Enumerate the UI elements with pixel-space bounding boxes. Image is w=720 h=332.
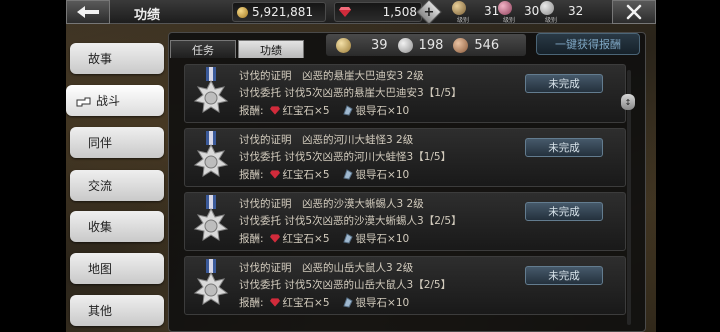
sidebar-item-companions[interactable]: 同伴 [70, 127, 164, 158]
list-item: 讨伐的证明 凶恶的沙漠大蜥蜴人3 2级 讨伐委托 讨伐5次凶恶的沙漠大蜥蜴人3【… [184, 192, 626, 251]
bronze-medal-count: 546 [474, 37, 500, 53]
plus-icon: + [423, 4, 435, 20]
silver-stone-icon [342, 105, 353, 116]
character-portrait-icon [540, 1, 554, 15]
tab-merits[interactable]: 功绩 [238, 40, 304, 58]
level-badge-2: 级别 30 [498, 1, 540, 24]
sidebar-item-story[interactable]: 故事 [70, 43, 164, 74]
bronze-medal-icon [453, 37, 469, 53]
silver-medal-icon [193, 131, 229, 177]
reward-label: 报酬: [239, 105, 264, 117]
sidebar-item-label: 地图 [88, 262, 113, 276]
page-title: 功绩 [134, 8, 161, 23]
sidebar-item-map[interactable]: 地图 [70, 253, 164, 284]
ruby-icon [339, 7, 351, 17]
reward-ruby: 红宝石×5 [282, 169, 330, 181]
close-button[interactable] [612, 0, 656, 24]
list-item: 讨伐的证明 凶恶的山岳大鼠人3 2级 讨伐委托 讨伐5次凶恶的山岳大鼠人3【2/… [184, 256, 626, 315]
merit-description: 讨伐委托 讨伐5次凶恶的山岳大鼠人3【2/5】 [239, 279, 452, 291]
reward-ruby: 红宝石×5 [282, 297, 330, 309]
left-letterbox [0, 0, 66, 332]
ruby-icon [269, 234, 280, 243]
merit-title: 讨伐的证明 凶恶的河川大蛙怪3 2级 [239, 134, 414, 146]
merit-rewards: 报酬: 红宝石×5 银导石×10 [239, 167, 409, 182]
claim-all-rewards-button[interactable]: 一键获得报酬 [536, 33, 640, 55]
back-button[interactable] [66, 0, 110, 24]
merit-rewards: 报酬: 红宝石×5 银导石×10 [239, 103, 409, 118]
level-badge-1: 级别 31 [452, 1, 500, 24]
level-caption: 级别 [544, 17, 557, 24]
gold-counter: 5,921,881 [232, 2, 326, 22]
status-button[interactable]: 未完成 [525, 138, 603, 157]
back-arrow-icon [77, 6, 99, 18]
sidebar-item-other[interactable]: 其他 [70, 295, 164, 326]
silver-stone-icon [342, 297, 353, 308]
tab-label: 任务 [192, 43, 214, 57]
tab-label: 功绩 [260, 43, 282, 57]
ruby-icon [269, 298, 280, 307]
level-value: 31 [484, 4, 500, 18]
reward-ruby: 红宝石×5 [282, 233, 330, 245]
gold-medal-icon [336, 37, 351, 53]
sidebar-item-label: 其他 [88, 304, 113, 318]
sidebar-item-label: 同伴 [88, 136, 113, 150]
status-button[interactable]: 未完成 [525, 202, 603, 221]
sidebar-item-label: 战斗 [96, 94, 121, 108]
merit-rewards: 报酬: 红宝石×5 银导石×10 [239, 231, 409, 246]
level-value: 32 [568, 4, 584, 18]
reward-ruby: 红宝石×5 [282, 105, 330, 117]
status-button[interactable]: 未完成 [525, 266, 603, 285]
status-button[interactable]: 未完成 [525, 74, 603, 93]
reward-silver-stone: 银导石×10 [355, 297, 410, 309]
reward-silver-stone: 银导石×10 [355, 105, 410, 117]
silver-medal-icon [397, 37, 413, 53]
gold-coin-icon [237, 6, 248, 18]
sidebar-item-social[interactable]: 交流 [70, 170, 164, 201]
gem-amount: 1,508 [382, 5, 417, 19]
level-badge-3: 级别 32 [540, 1, 584, 24]
silver-medal-icon [193, 259, 229, 305]
merit-title: 讨伐的证明 凶恶的山岳大鼠人3 2级 [239, 262, 414, 274]
close-icon [626, 4, 642, 20]
character-portrait-icon [498, 1, 512, 15]
gold-amount: 5,921,881 [252, 5, 314, 19]
character-portrait-icon [452, 1, 466, 15]
scrollbar-handle[interactable]: ↕ [621, 94, 635, 110]
level-caption: 级别 [502, 17, 515, 24]
silver-stone-icon [342, 233, 353, 244]
list-item: 讨伐的证明 凶恶的悬崖大巴迪安3 2级 讨伐委托 讨伐5次凶恶的悬崖大巴迪安3【… [184, 64, 626, 123]
reward-label: 报酬: [239, 169, 264, 181]
merit-title: 讨伐的证明 凶恶的悬崖大巴迪安3 2级 [239, 70, 424, 82]
level-value: 30 [524, 4, 540, 18]
sidebar-item-battle[interactable]: 战斗 [66, 85, 164, 116]
merit-rewards: 报酬: 红宝石×5 银导石×10 [239, 295, 409, 310]
reward-silver-stone: 银导石×10 [355, 169, 410, 181]
gold-medal-count: 39 [371, 37, 388, 53]
gem-counter: 1,508 [334, 2, 422, 22]
sidebar-item-collection[interactable]: 收集 [70, 211, 164, 242]
right-letterbox [656, 0, 720, 332]
silver-medal-count: 198 [418, 37, 444, 53]
tab-missions[interactable]: 任务 [170, 40, 236, 58]
ruby-icon [269, 106, 280, 115]
silver-medal-icon [193, 67, 229, 113]
merit-title: 讨伐的证明 凶恶的沙漠大蜥蜴人3 2级 [239, 198, 424, 210]
level-caption: 级别 [456, 17, 469, 24]
sidebar-item-label: 收集 [88, 220, 113, 234]
scroll-arrows-icon: ↕ [624, 97, 632, 107]
pointing-hand-icon [76, 97, 91, 106]
reward-label: 报酬: [239, 297, 264, 309]
sidebar-item-label: 交流 [88, 179, 113, 193]
medal-tally: 39 198 546 [326, 34, 526, 56]
ruby-icon [269, 170, 280, 179]
merit-description: 讨伐委托 讨伐5次凶恶的沙漠大蜥蜴人3【2/5】 [239, 215, 462, 227]
reward-silver-stone: 银导石×10 [355, 233, 410, 245]
silver-stone-icon [342, 169, 353, 180]
reward-label: 报酬: [239, 233, 264, 245]
merit-description: 讨伐委托 讨伐5次凶恶的河川大蛙怪3【1/5】 [239, 151, 452, 163]
merit-description: 讨伐委托 讨伐5次凶恶的悬崖大巴迪安3【1/5】 [239, 87, 462, 99]
sidebar-item-label: 故事 [88, 52, 113, 66]
list-item: 讨伐的证明 凶恶的河川大蛙怪3 2级 讨伐委托 讨伐5次凶恶的河川大蛙怪3【1/… [184, 128, 626, 187]
silver-medal-icon [193, 195, 229, 241]
